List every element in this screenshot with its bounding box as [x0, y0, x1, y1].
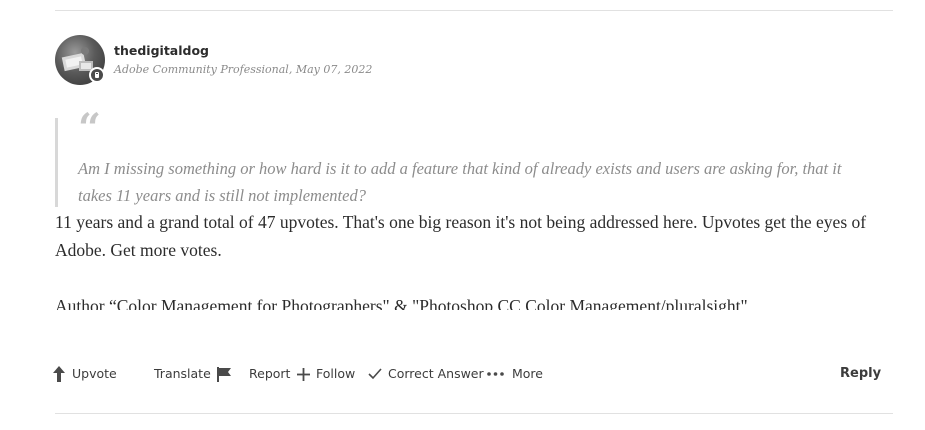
report-button[interactable]: Report [216, 366, 290, 382]
more-label: More [512, 366, 543, 381]
community-badge-icon [89, 67, 105, 83]
author-meta: Adobe Community Professional, May 07, 20… [114, 63, 372, 76]
author-username[interactable]: thedigitaldog [114, 43, 209, 58]
author-role: Adobe Community Professional [114, 63, 289, 76]
upvote-button[interactable]: Upvote [52, 366, 117, 382]
translate-label: Translate [154, 366, 211, 381]
more-button[interactable]: More [487, 366, 543, 382]
translate-button[interactable]: Translate [154, 366, 211, 382]
quote-mark-icon: “ [78, 105, 102, 152]
more-dots-icon [487, 372, 504, 376]
upvote-label: Upvote [72, 366, 117, 381]
reply-body: 11 years and a grand total of 47 upvotes… [55, 212, 867, 260]
flag-icon [216, 366, 232, 382]
quote-bar [55, 118, 58, 207]
forum-reply-card: thedigitaldog Adobe Community Profession… [0, 0, 925, 430]
arrow-up-icon [52, 366, 66, 382]
meta-separator: , [288, 63, 293, 76]
correct-answer-label: Correct Answer [388, 366, 484, 381]
bottom-divider [55, 413, 893, 414]
follow-button[interactable]: Follow [297, 366, 355, 382]
plus-icon [297, 367, 310, 381]
signature-container: Author “Color Management for Photographe… [55, 292, 893, 310]
quoted-text: Am I missing something or how hard is it… [78, 159, 842, 205]
report-label: Report [249, 366, 291, 381]
author-signature: Author “Color Management for Photographe… [55, 296, 748, 310]
follow-label: Follow [316, 366, 356, 381]
top-divider [55, 10, 893, 11]
reply-button[interactable]: Reply [840, 366, 881, 382]
post-date: May 07, 2022 [295, 63, 373, 76]
checkmark-icon [368, 368, 382, 380]
correct-answer-button[interactable]: Correct Answer [368, 366, 484, 382]
